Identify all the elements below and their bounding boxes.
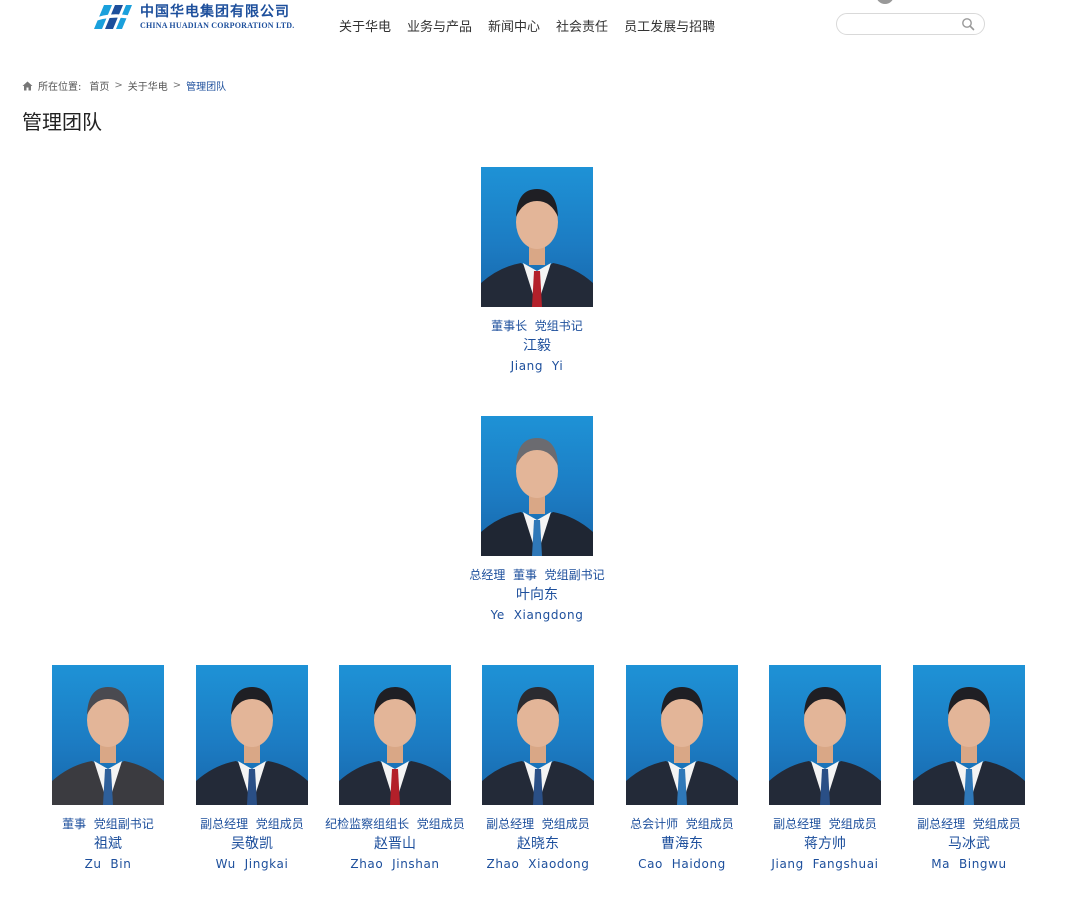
huadian-logo-icon	[90, 5, 132, 29]
home-icon	[22, 81, 33, 90]
search-icon[interactable]	[961, 17, 975, 31]
portrait-image	[339, 687, 451, 805]
member-name[interactable]: 祖斌	[28, 835, 188, 853]
member-title: 纪检监察组组长 党组成员	[325, 817, 465, 831]
portrait-image	[913, 687, 1025, 805]
team-member-card: 副总经理 党组成员 马冰武 Ma Bingwu	[889, 665, 1049, 872]
nav-item-about[interactable]: 关于华电	[339, 16, 391, 35]
member-name-en: Ma Bingwu	[931, 857, 1007, 871]
portrait-photo[interactable]	[481, 416, 593, 556]
member-name[interactable]: 叶向东	[457, 586, 617, 604]
team-member-card: 总会计师 党组成员 曹海东 Cao Haidong	[602, 665, 762, 872]
member-name-en: Jiang Yi	[510, 359, 564, 373]
member-name[interactable]: 蒋方帅	[745, 835, 905, 853]
member-title: 副总经理 党组成员	[486, 817, 590, 831]
logo-en-text: CHINA HUADIAN CORPORATION LTD.	[140, 20, 295, 30]
company-logo[interactable]: 中国华电集团有限公司 CHINA HUADIAN CORPORATION LTD…	[88, 2, 294, 32]
page-title: 管理团队	[22, 110, 102, 134]
team-member-card: 副总经理 党组成员 赵晓东 Zhao Xiaodong	[458, 665, 618, 872]
team-member-card: 副总经理 党组成员 吴敬凯 Wu Jingkai	[172, 665, 332, 872]
member-title: 董事长 党组书记	[491, 319, 583, 333]
breadcrumb-prefix: 所在位置:	[38, 82, 82, 93]
portrait-image	[626, 687, 738, 805]
member-name-en: Zhao Jinshan	[350, 857, 440, 871]
team-member-card: 董事长 党组书记 江毅 Jiang Yi	[457, 167, 617, 374]
member-title: 副总经理 党组成员	[773, 817, 877, 831]
team-member-card: 总经理 董事 党组副书记 叶向东 Ye Xiangdong	[457, 416, 617, 623]
portrait-photo[interactable]	[913, 665, 1025, 805]
member-name[interactable]: 吴敬凯	[172, 835, 332, 853]
portrait-photo[interactable]	[196, 665, 308, 805]
breadcrumb-current: 管理团队	[186, 82, 227, 93]
breadcrumb-separator: >	[114, 80, 123, 91]
portrait-image	[52, 687, 164, 805]
member-name-en: Ye Xiangdong	[490, 608, 584, 622]
breadcrumb-separator: >	[172, 80, 182, 91]
portrait-photo[interactable]	[339, 665, 451, 805]
site-header: 中国华电集团有限公司 CHINA HUADIAN CORPORATION LTD…	[0, 0, 1072, 44]
portrait-image	[769, 687, 881, 805]
search-input[interactable]	[845, 16, 957, 32]
main-nav: 关于华电 业务与产品 新闻中心 社会责任 员工发展与招聘	[339, 16, 731, 35]
portrait-photo[interactable]	[482, 665, 594, 805]
nav-item-news[interactable]: 新闻中心	[488, 16, 540, 35]
member-title: 总会计师 党组成员	[630, 817, 734, 831]
portrait-photo[interactable]	[481, 167, 593, 307]
member-name[interactable]: 江毅	[457, 337, 617, 355]
nav-item-business[interactable]: 业务与产品	[407, 16, 472, 35]
team-member-card: 董事 党组副书记 祖斌 Zu Bin	[28, 665, 188, 872]
nav-item-responsibility[interactable]: 社会责任	[556, 16, 608, 35]
search-box	[836, 13, 985, 35]
breadcrumb: 所在位置: 首页 > 关于华电 > 管理团队	[22, 78, 226, 93]
member-name[interactable]: 曹海东	[602, 835, 762, 853]
member-title: 副总经理 党组成员	[917, 817, 1021, 831]
member-name-en: Zhao Xiaodong	[486, 857, 590, 871]
portrait-image	[481, 438, 593, 556]
logo-cn-text: 中国华电集团有限公司	[140, 3, 290, 20]
member-name[interactable]: 赵晓东	[458, 835, 618, 853]
portrait-photo[interactable]	[52, 665, 164, 805]
member-name[interactable]: 马冰武	[889, 835, 1049, 853]
portrait-photo[interactable]	[769, 665, 881, 805]
member-name-en: Cao Haidong	[638, 857, 726, 871]
team-member-card: 纪检监察组组长 党组成员 赵晋山 Zhao Jinshan	[315, 665, 475, 872]
team-member-card: 副总经理 党组成员 蒋方帅 Jiang Fangshuai	[745, 665, 905, 872]
member-title: 董事 党组副书记	[62, 817, 154, 831]
breadcrumb-home[interactable]: 首页	[89, 78, 109, 93]
portrait-image	[482, 687, 594, 805]
member-name-en: Zu Bin	[84, 857, 132, 871]
member-title: 总经理 董事 党组副书记	[469, 568, 605, 582]
member-name-en: Wu Jingkai	[215, 857, 289, 871]
breadcrumb-about[interactable]: 关于华电	[128, 78, 168, 93]
member-title: 副总经理 党组成员	[200, 817, 304, 831]
member-name[interactable]: 赵晋山	[315, 835, 475, 853]
portrait-image	[196, 687, 308, 805]
nav-item-careers[interactable]: 员工发展与招聘	[624, 16, 715, 35]
member-name-en: Jiang Fangshuai	[771, 857, 879, 871]
top-toggle-icon[interactable]	[876, 0, 894, 4]
portrait-image	[481, 189, 593, 307]
portrait-photo[interactable]	[626, 665, 738, 805]
